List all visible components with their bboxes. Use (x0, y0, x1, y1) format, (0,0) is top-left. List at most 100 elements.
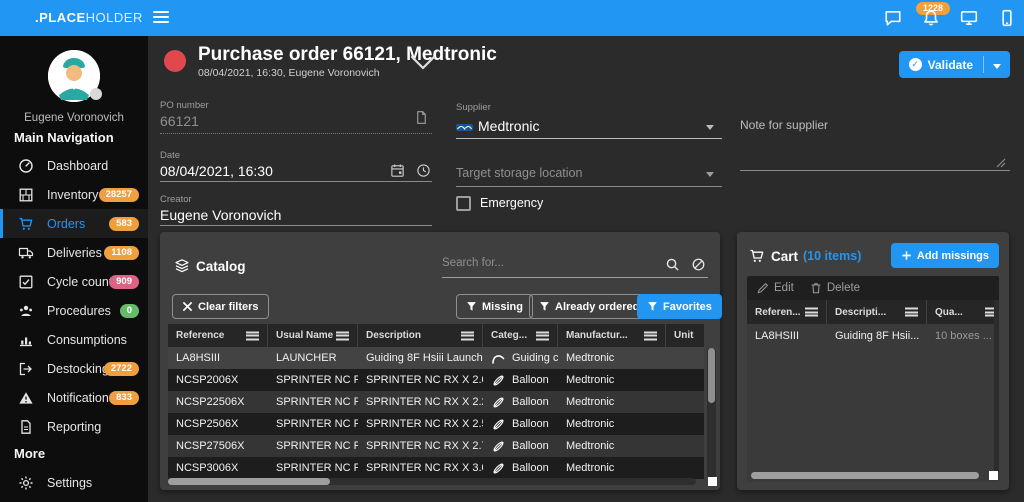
search-icon[interactable] (665, 257, 680, 272)
delete-button[interactable]: Delete (810, 282, 860, 294)
column-header-reference[interactable]: Reference (168, 324, 268, 347)
column-header-usual-name[interactable]: Usual Name (268, 324, 358, 347)
supplier-underline (456, 138, 722, 139)
avatar[interactable] (48, 50, 100, 102)
table-row[interactable]: LA8HSIII LAUNCHER Guiding 8F Hsiii Launc… (168, 347, 704, 369)
table-row[interactable]: NCSP27506X SPRINTER NC RX SPRINTER NC RX… (168, 435, 704, 457)
mobile-icon[interactable] (998, 9, 1016, 27)
creator-value[interactable]: Eugene Voronovich (160, 207, 281, 223)
add-missings-button[interactable]: Add missings (891, 243, 999, 268)
column-menu-icon[interactable] (805, 308, 818, 317)
column-menu-icon[interactable] (536, 331, 549, 340)
supplier-label: Supplier (456, 102, 491, 113)
sidebar-item-deliveries[interactable]: Deliveries 1108 (0, 238, 148, 267)
supplier-caret-icon[interactable] (706, 125, 714, 130)
sidebar-item-inventory[interactable]: Inventory 28257 (0, 180, 148, 209)
supplier-value[interactable]: Medtronic (478, 118, 539, 134)
column-header-category[interactable]: Categ... (483, 324, 558, 347)
logout-icon (18, 361, 34, 377)
check-circle-icon: ✓ (909, 58, 922, 71)
cell-description: SPRINTER NC RX X 2.0 X ... (358, 369, 483, 391)
calendar-icon[interactable] (390, 163, 405, 178)
chat-icon[interactable] (884, 9, 902, 27)
catalog-table: Reference Usual Name Description Categ..… (168, 324, 704, 479)
cell-category: Balloon (483, 413, 558, 435)
column-menu-icon[interactable] (336, 331, 349, 340)
storage-caret-icon[interactable] (706, 172, 714, 177)
column-header-unit[interactable]: Unit (666, 324, 704, 347)
column-menu-icon[interactable] (246, 331, 259, 340)
note-textarea[interactable] (740, 128, 1010, 170)
filter-favorites-button[interactable]: Favorites (637, 294, 722, 319)
sidebar-item-orders[interactable]: Orders 583 (0, 209, 148, 238)
scrollbar-thumb[interactable] (708, 348, 715, 403)
column-menu-icon[interactable] (461, 331, 474, 340)
scrollbar-thumb[interactable] (168, 478, 330, 485)
table-row[interactable]: NCSP3006X SPRINTER NC RX SPRINTER NC RX … (168, 457, 704, 479)
sidebar-item-reporting[interactable]: Reporting (0, 412, 148, 441)
page-title: Purchase order 66121, Medtronic (198, 44, 497, 66)
menu-icon[interactable] (153, 11, 169, 24)
file-icon[interactable] (414, 110, 429, 125)
resize-corner[interactable] (708, 477, 717, 486)
sidebar-item-dashboard[interactable]: Dashboard (0, 151, 148, 180)
filter-already-ordered-button[interactable]: Already ordered (529, 294, 649, 319)
validate-dropdown-caret[interactable] (984, 58, 1010, 72)
clock-icon[interactable] (416, 163, 431, 178)
clear-filters-button[interactable]: Clear filters (172, 294, 269, 319)
desktop-icon[interactable] (960, 9, 978, 27)
storage-location-select[interactable]: Target storage location (456, 166, 582, 180)
checkbox-icon (18, 274, 34, 290)
sidebar-item-destocking[interactable]: Destocking 2722 (0, 354, 148, 383)
emergency-checkbox[interactable] (456, 196, 471, 211)
date-value[interactable]: 08/04/2021, 16:30 (160, 163, 273, 179)
column-menu-icon[interactable] (644, 331, 657, 340)
column-menu-icon[interactable] (905, 308, 918, 317)
sidebar-item-cycle-counts[interactable]: Cycle counts 909 (0, 267, 148, 296)
settings-list: Settings (0, 468, 148, 497)
column-header-quantity[interactable]: Qua... (927, 300, 999, 324)
cell-category: Balloon (483, 457, 558, 479)
po-number-label: PO number (160, 100, 209, 111)
bell-icon[interactable] (922, 9, 940, 27)
column-header-reference[interactable]: Referen... (747, 300, 827, 324)
app-logo: .PLACEHOLDER (35, 10, 143, 25)
table-row[interactable]: NCSP2506X SPRINTER NC RX SPRINTER NC RX … (168, 413, 704, 435)
sidebar-item-consumptions[interactable]: Consumptions (0, 325, 148, 354)
column-header-description[interactable]: Descripti... (827, 300, 927, 324)
validate-main[interactable]: ✓ Validate (899, 58, 983, 72)
horizontal-scrollbar[interactable] (168, 478, 696, 485)
guiding-catheter-icon (491, 351, 506, 366)
clear-search-icon[interactable] (691, 257, 706, 272)
cell-usual-name: LAUNCHER (268, 347, 358, 369)
resize-corner[interactable] (989, 471, 998, 480)
sidebar-item-notifications[interactable]: Notifications 833 (0, 383, 148, 412)
table-row[interactable]: NCSP2006X SPRINTER NC RX SPRINTER NC RX … (168, 369, 704, 391)
sidebar-item-label: Reporting (47, 420, 101, 434)
truck-icon (18, 245, 34, 261)
catalog-panel: Catalog Clear filters Missing A (160, 232, 720, 490)
filter-missing-button[interactable]: Missing (456, 294, 533, 319)
vertical-scrollbar[interactable] (994, 300, 999, 472)
validate-button[interactable]: ✓ Validate (899, 51, 1010, 78)
table-row[interactable]: NCSP22506X SPRINTER NC RX SPRINTER NC RX… (168, 391, 704, 413)
sidebar-item-label: Settings (47, 476, 92, 490)
cell-unit (666, 391, 704, 413)
inventory-icon (18, 187, 34, 203)
sidebar-item-settings[interactable]: Settings (0, 468, 148, 497)
cell-manufacturer: Medtronic (558, 369, 666, 391)
vertical-scrollbar[interactable] (707, 348, 716, 478)
date-label: Date (160, 150, 180, 161)
po-number-underline (160, 133, 432, 134)
search-input[interactable] (442, 252, 652, 274)
horizontal-scrollbar[interactable] (751, 472, 983, 479)
chevron-down-icon[interactable] (410, 55, 436, 73)
edit-button[interactable]: Edit (757, 282, 794, 294)
cell-reference: LA8HSIII (747, 324, 827, 348)
scrollbar-thumb[interactable] (751, 472, 979, 479)
table-row[interactable]: LA8HSIII Guiding 8F Hsii... 10 boxes ... (747, 324, 999, 348)
column-header-description[interactable]: Description (358, 324, 483, 347)
brand-bold: .PLACE (35, 10, 86, 25)
sidebar-item-procedures[interactable]: Procedures 0 (0, 296, 148, 325)
column-header-manufacturer[interactable]: Manufactur... (558, 324, 666, 347)
